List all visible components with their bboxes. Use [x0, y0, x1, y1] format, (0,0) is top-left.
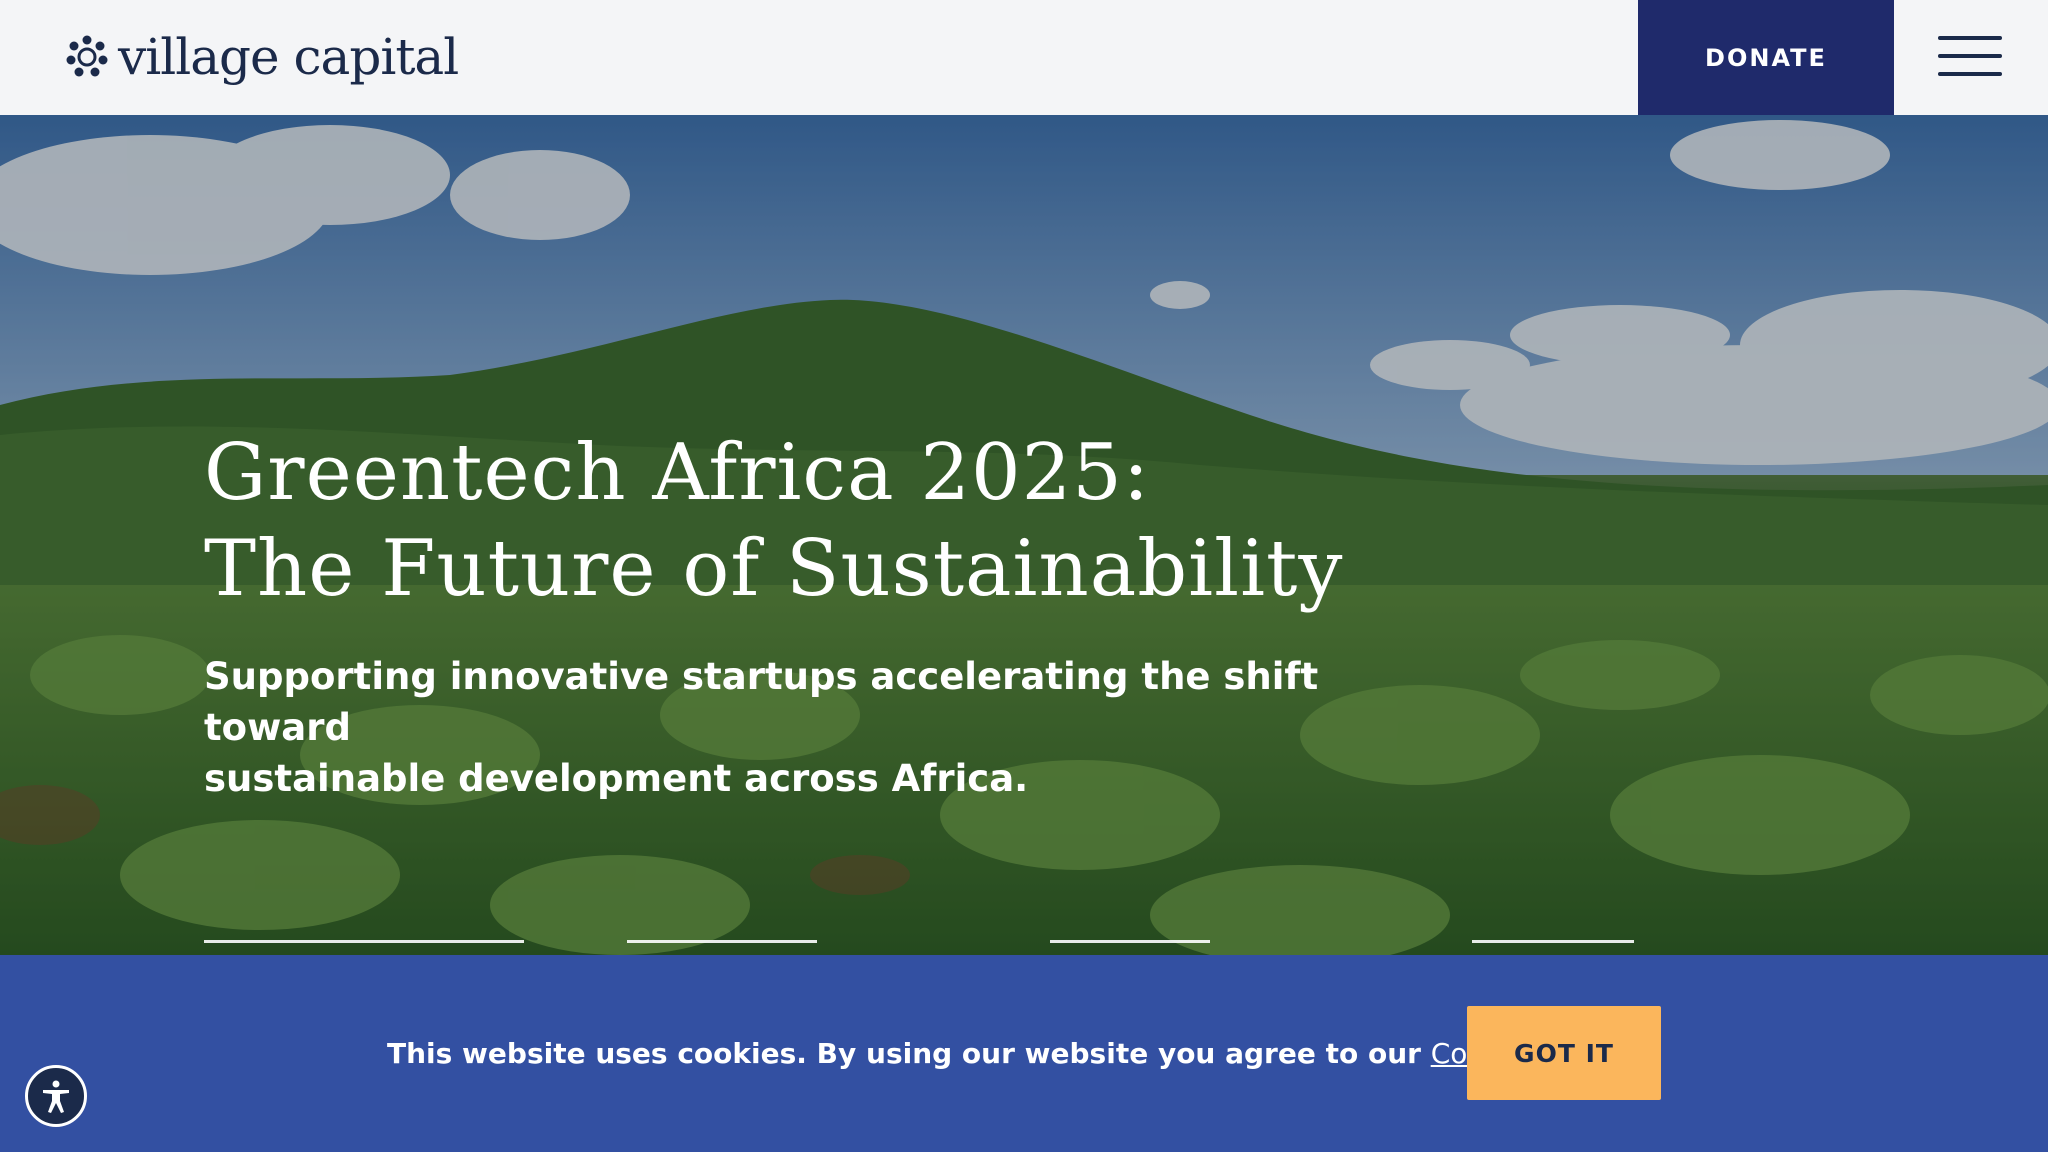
accessibility-icon[interactable]: [25, 1065, 87, 1127]
hero-subtitle: Supporting innovative startups accelerat…: [204, 651, 1404, 804]
got-it-button[interactable]: GOT IT: [1467, 1006, 1661, 1100]
site-logo[interactable]: village capital: [64, 26, 459, 88]
donate-button[interactable]: DONATE: [1638, 0, 1894, 115]
hero-title-line-2: The Future of Sustainability: [204, 524, 1344, 614]
hero-subtitle-line-1: Supporting innovative startups accelerat…: [204, 655, 1319, 749]
hero-title: Greentech Africa 2025: The Future of Sus…: [204, 425, 1504, 617]
cookie-banner-text: This website uses cookies. By using our …: [387, 1026, 1615, 1082]
hero-title-line-1: Greentech Africa 2025:: [204, 428, 1151, 518]
hero-section: Greentech Africa 2025: The Future of Sus…: [0, 115, 2048, 955]
site-header: village capital DONATE: [0, 0, 2048, 115]
hero-tab-indicator[interactable]: [627, 940, 817, 943]
hero-tab-indicator[interactable]: [1050, 940, 1210, 943]
logo-text: village capital: [118, 28, 459, 86]
cookie-message: This website uses cookies. By using our …: [387, 1037, 1421, 1070]
hero-tab-indicator[interactable]: [204, 940, 524, 943]
logo-mark-icon: [66, 35, 108, 77]
hero-subtitle-line-2: sustainable development across Africa.: [204, 757, 1029, 800]
hero-tab-indicator[interactable]: [1472, 940, 1634, 943]
accessibility-figure-icon: [43, 1080, 69, 1113]
hamburger-menu-icon[interactable]: [1938, 36, 2004, 78]
